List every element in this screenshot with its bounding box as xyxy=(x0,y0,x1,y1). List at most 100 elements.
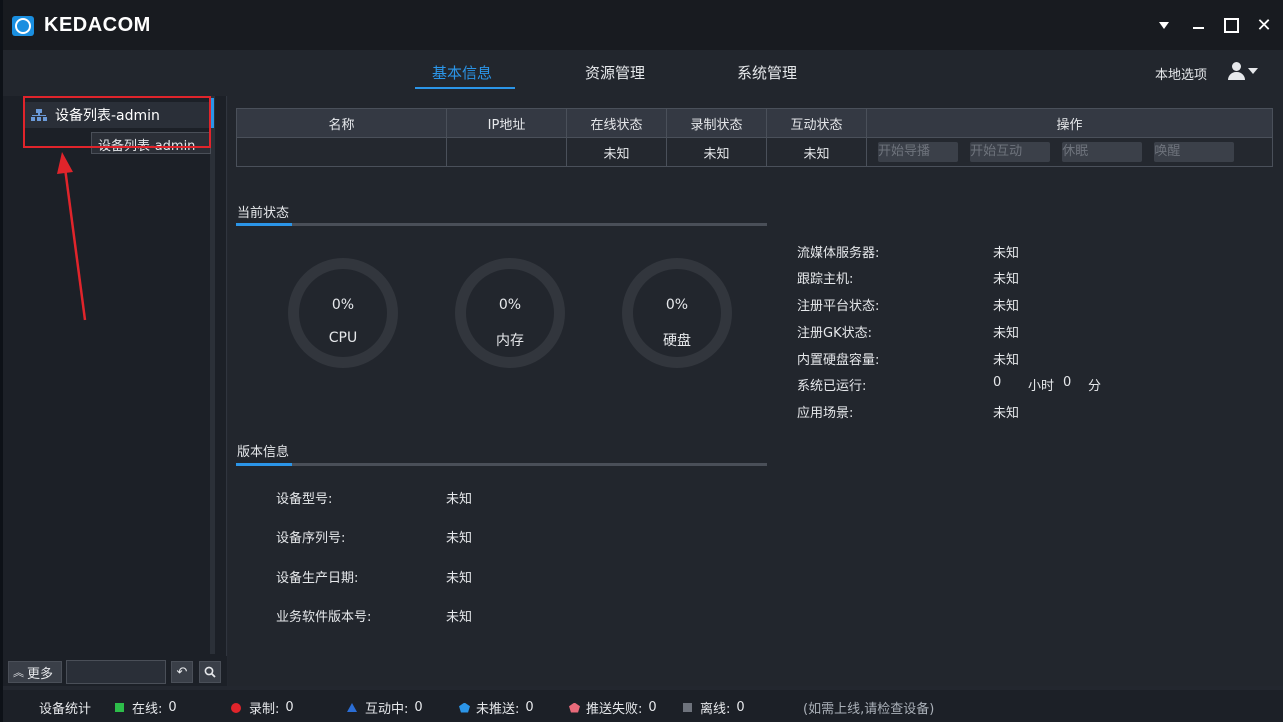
platform-reg-label: 注册平台状态: xyxy=(797,299,880,314)
stat-interacting: 互动中: 0 xyxy=(347,698,423,717)
stat-not-pushed-label: 未推送: xyxy=(476,702,520,717)
scenario-value: 未知 xyxy=(993,406,1020,421)
more-button[interactable]: ︽ 更多 xyxy=(8,661,62,683)
uptime-label: 系统已运行: xyxy=(797,379,867,394)
stat-online-label: 在线: xyxy=(132,702,163,717)
model-label: 设备型号: xyxy=(276,492,333,507)
wake-button[interactable]: 唤醒 xyxy=(1154,142,1235,162)
mfg-date-value: 未知 xyxy=(446,571,473,586)
user-icon[interactable] xyxy=(1227,60,1259,82)
stat-recording-count: 0 xyxy=(285,700,294,715)
stat-not-pushed: 未推送: 0 xyxy=(459,698,534,717)
gk-reg-value: 未知 xyxy=(993,326,1020,341)
offline-square-icon xyxy=(683,703,692,712)
cpu-label: CPU xyxy=(328,330,358,346)
maximize-icon[interactable] xyxy=(1218,12,1244,38)
stat-interacting-count: 0 xyxy=(414,700,423,715)
uptime-minutes-unit: 分 xyxy=(1088,379,1102,394)
stat-offline-label: 离线: xyxy=(700,702,731,717)
table-row[interactable]: 未知 未知 未知 开始导播 开始互动 休眠 唤醒 xyxy=(236,137,1273,167)
app-window: KEDACOM ✕ 基本信息 资源管理 系统管理 本地选项 设备列表-admin xyxy=(3,0,1283,722)
gk-reg-label: 注册GK状态: xyxy=(797,326,872,341)
disk-label: 硬盘 xyxy=(663,333,691,349)
sidebar-search-input[interactable] xyxy=(66,660,166,684)
uptime-hours: 0 xyxy=(993,375,1002,390)
tab-resource-management[interactable]: 资源管理 xyxy=(585,62,645,83)
uptime-minutes: 0 xyxy=(1063,375,1072,390)
main-content: 名称 IP地址 在线状态 录制状态 互动状态 操作 未知 未知 未知 开始导播 … xyxy=(228,96,1283,686)
col-name: 名称 xyxy=(236,108,447,138)
status-bar: 设备统计 在线: 0 录制: 0 互动中: 0 未推送: 0 推送失败: 0 离… xyxy=(3,690,1283,722)
stat-interacting-label: 互动中: xyxy=(365,702,409,717)
interacting-triangle-icon xyxy=(347,703,357,712)
sleep-button[interactable]: 休眠 xyxy=(1062,142,1143,162)
cell-ip xyxy=(446,137,567,167)
cell-interaction: 未知 xyxy=(766,137,867,167)
local-options-button[interactable]: 本地选项 xyxy=(1155,64,1207,83)
cell-name xyxy=(236,137,447,167)
device-table: 名称 IP地址 在线状态 录制状态 互动状态 操作 未知 未知 未知 开始导播 … xyxy=(236,108,1273,167)
cpu-gauge: 0% CPU xyxy=(288,258,398,368)
col-online: 在线状态 xyxy=(566,108,667,138)
stat-offline: 离线: 0 xyxy=(683,698,745,717)
stat-online-count: 0 xyxy=(168,700,177,715)
col-interaction: 互动状态 xyxy=(766,108,867,138)
not-pushed-pentagon-icon xyxy=(459,702,470,713)
disk-gauge: 0% 硬盘 xyxy=(622,258,732,368)
device-stats-title: 设备统计 xyxy=(39,702,92,717)
cell-actions: 开始导播 开始互动 休眠 唤醒 xyxy=(866,137,1273,167)
tracking-host-label: 跟踪主机: xyxy=(797,272,854,287)
search-icon[interactable] xyxy=(199,661,221,683)
serial-label: 设备序列号: xyxy=(276,531,346,546)
stat-recording: 录制: 0 xyxy=(231,698,294,717)
active-tab-indicator xyxy=(415,87,515,89)
cpu-percent: 0% xyxy=(331,297,355,313)
mfg-date-label: 设备生产日期: xyxy=(276,571,359,586)
recording-dot-icon xyxy=(231,702,241,713)
scenario-label: 应用场景: xyxy=(797,406,854,421)
table-header-row: 名称 IP地址 在线状态 录制状态 互动状态 操作 xyxy=(236,108,1273,138)
sidebar-toolbar: ︽ 更多 ↶ xyxy=(3,656,227,686)
stat-not-pushed-count: 0 xyxy=(525,700,534,715)
close-icon[interactable]: ✕ xyxy=(1251,12,1277,38)
memory-gauge: 0% 内存 xyxy=(455,258,565,368)
col-recording: 录制状态 xyxy=(666,108,767,138)
undo-icon[interactable]: ↶ xyxy=(171,661,193,683)
model-value: 未知 xyxy=(446,492,473,507)
col-actions: 操作 xyxy=(866,108,1273,138)
software-version-value: 未知 xyxy=(446,610,473,625)
menu-caret-icon[interactable] xyxy=(1151,12,1177,38)
disk-capacity-value: 未知 xyxy=(993,353,1020,368)
more-button-label: 更多 xyxy=(27,666,54,682)
disk-percent: 0% xyxy=(665,297,689,313)
status-hint: (如需上线,请检查设备) xyxy=(803,702,935,717)
memory-label: 内存 xyxy=(496,333,524,349)
disk-capacity-label: 内置硬盘容量: xyxy=(797,353,880,368)
stat-offline-count: 0 xyxy=(736,700,745,715)
current-status-divider xyxy=(236,223,767,226)
minimize-icon[interactable] xyxy=(1185,12,1211,38)
start-interaction-button[interactable]: 开始互动 xyxy=(970,142,1051,162)
memory-percent: 0% xyxy=(498,297,522,313)
streaming-server-value: 未知 xyxy=(993,246,1020,261)
annotation-arrow xyxy=(57,152,87,321)
push-failed-pentagon-icon xyxy=(569,702,580,713)
online-square-icon xyxy=(115,703,124,712)
cell-recording: 未知 xyxy=(666,137,767,167)
start-broadcast-button[interactable]: 开始导播 xyxy=(878,142,958,162)
stat-push-failed: 推送失败: 0 xyxy=(569,698,657,717)
version-info-title: 版本信息 xyxy=(237,445,290,460)
stat-recording-label: 录制: xyxy=(249,702,280,717)
col-ip: IP地址 xyxy=(446,108,567,138)
stat-online: 在线: 0 xyxy=(115,698,177,717)
uptime-hours-unit: 小时 xyxy=(1028,379,1055,394)
stat-push-failed-label: 推送失败: xyxy=(586,702,643,717)
tab-system-management[interactable]: 系统管理 xyxy=(737,62,797,83)
platform-reg-value: 未知 xyxy=(993,299,1020,314)
software-version-label: 业务软件版本号: xyxy=(276,610,372,625)
stat-push-failed-count: 0 xyxy=(648,700,657,715)
sidebar-scrollbar[interactable] xyxy=(210,96,215,654)
tab-basic-info[interactable]: 基本信息 xyxy=(432,62,492,83)
chevron-up-icon: ︽ xyxy=(13,666,24,679)
current-status-title: 当前状态 xyxy=(237,206,290,221)
